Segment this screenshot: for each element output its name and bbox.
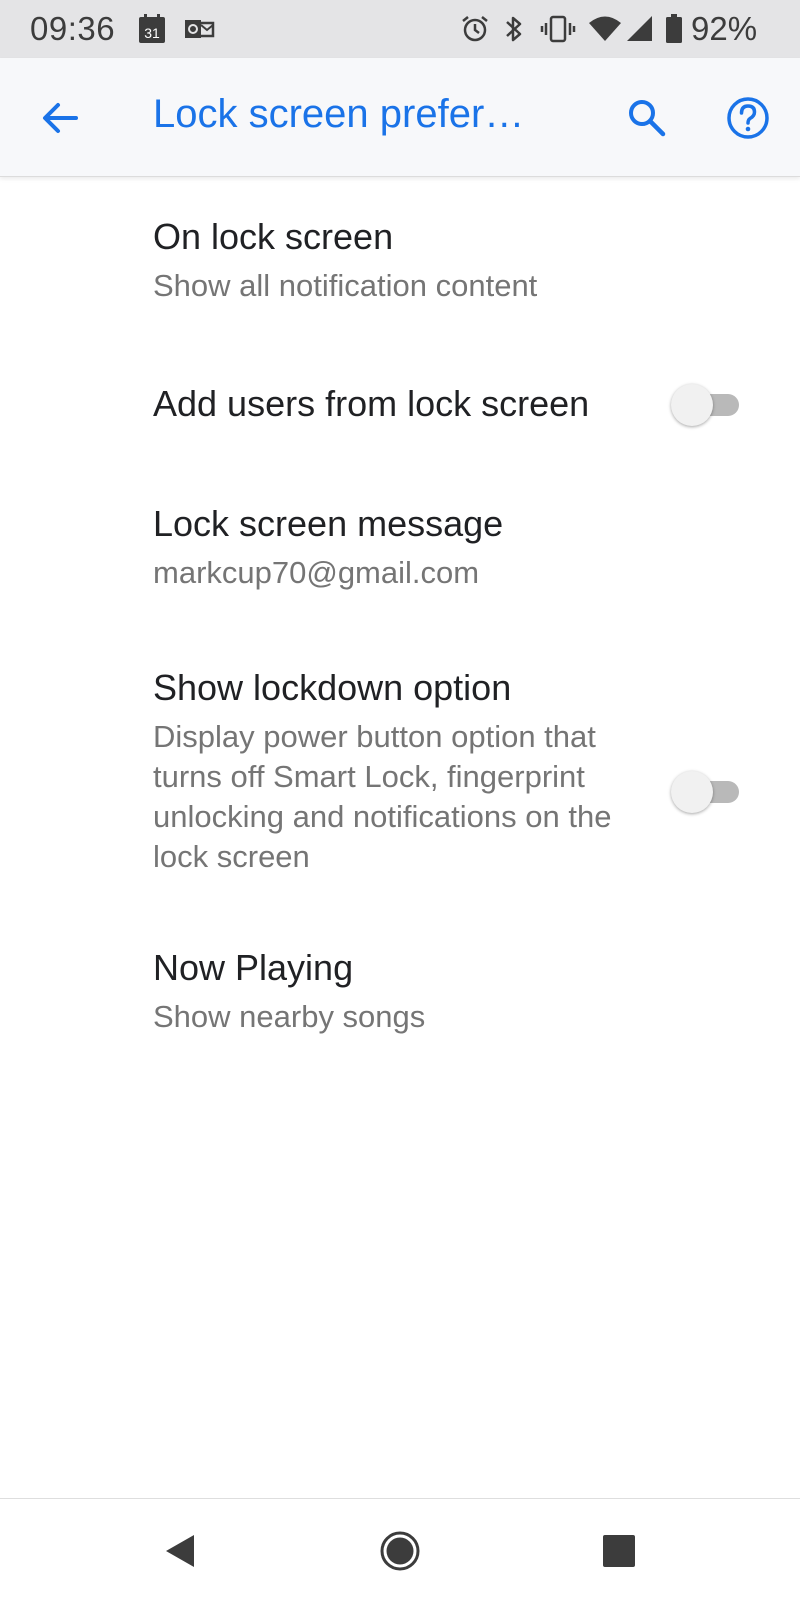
add-users-toggle[interactable] [671,384,746,426]
back-arrow-icon [43,103,78,133]
pref-title: Show lockdown option [153,667,512,708]
page-title: Lock screen prefer… [153,92,525,136]
status-bar: 09:36 31 92% [0,0,800,58]
bluetooth-icon [502,14,526,44]
pref-title: Now Playing [153,947,354,988]
app-bar: Lock screen prefer… [0,58,800,177]
alarm-icon [460,14,490,44]
pref-summary: Show all notification content [153,268,538,303]
pref-add-users[interactable]: Add users from lock screen [0,350,800,460]
pref-title: Add users from lock screen [153,383,590,424]
pref-summary: Show nearby songs [153,999,426,1034]
search-icon [629,100,666,137]
battery-icon [665,14,683,44]
screen: 09:36 31 92% Lock screen prefer… On lock… [0,0,800,1600]
nav-recents-button[interactable] [589,1521,649,1581]
nav-home-icon [380,1531,420,1571]
help-icon [727,97,769,139]
vibrate-icon [539,14,577,44]
nav-home-button[interactable] [370,1521,430,1581]
nav-back-button[interactable] [150,1521,210,1581]
pref-lock-screen-message[interactable]: Lock screen message markcup70@gmail.com [0,483,800,611]
nav-back-icon [166,1535,194,1567]
help-button[interactable] [718,88,778,148]
wifi-icon [588,14,622,44]
outlook-icon [183,14,215,44]
pref-title: On lock screen [153,216,394,257]
navigation-bar [0,1498,800,1600]
toggle-thumb [671,771,713,813]
pref-summary: markcup70@gmail.com [153,555,480,590]
lockdown-toggle[interactable] [671,771,746,813]
search-button[interactable] [617,88,677,148]
signal-icon [625,14,655,44]
toggle-thumb [671,384,713,426]
calendar-badge: 31 [144,25,160,41]
pref-show-lockdown[interactable]: Show lockdown option Display power butto… [0,647,800,897]
battery-percent: 92% [691,10,758,47]
pref-title: Lock screen message [153,503,504,544]
back-button[interactable] [30,88,90,148]
status-time: 09:36 [30,10,116,47]
calendar-icon: 31 [138,14,166,44]
pref-now-playing[interactable]: Now Playing Show nearby songs [0,927,800,1055]
pref-on-lock-screen[interactable]: On lock screen Show all notification con… [0,196,800,324]
pref-summary: Display power button option that turns o… [153,719,612,874]
nav-recents-icon [603,1535,635,1567]
